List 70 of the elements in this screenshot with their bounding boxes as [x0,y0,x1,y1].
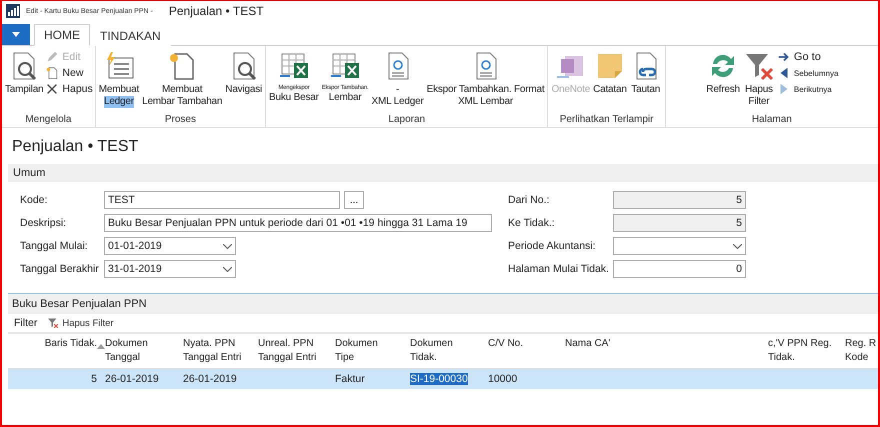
ribbon-button[interactable]: Berikutnya [776,82,838,96]
column-header[interactable]: Dokumen Tanggal [101,334,179,368]
ribbon-button[interactable]: Sebelumnya [776,66,838,80]
window-title: Penjualan • TEST [168,4,264,18]
ribbon-button[interactable]: Refresh [705,50,741,96]
ribbon-button[interactable]: Tautan [628,50,663,96]
clear-filter-icon [47,317,60,329]
table-cell: SI-19-00030 [410,373,468,385]
arrow-right-icon [776,50,791,64]
field-label: Periode Akuntansi: [508,240,597,252]
lookup-button[interactable]: ... [344,191,364,209]
table-cell: 26-01-2019 [183,373,237,385]
pencil-icon [45,50,60,64]
table-cell: 26-01-2019 [105,373,159,385]
ribbon-button[interactable]: Hapus [45,82,93,96]
description-field[interactable]: Buku Besar Penjualan PPN untuk periode dari 01 •01 •19 hingga 31 Lama 19 [104,214,492,232]
ribbon-group-label: Perlihatkan Terlampir [560,114,654,127]
ribbon-button[interactable]: Membuat Ledger [98,50,140,108]
field-label: Deskripsi: [20,217,68,229]
ribbon-button[interactable]: Go to [776,50,838,64]
field-label: Halaman Mulai Tidak. [508,263,610,275]
ribbon-button[interactable]: Navigasi [224,50,264,96]
caret-icon [12,32,20,37]
app-menu-button[interactable] [2,24,30,45]
app-logo-icon [6,4,20,18]
ribbon-button[interactable]: Membuat Lembar Tambahan [141,50,224,108]
page-title: Penjualan • TEST [12,138,140,156]
sort-ascending-icon [97,344,105,349]
column-header[interactable]: Dokumen Tidak. [406,334,484,368]
ribbon-group-label: Halaman [752,114,792,127]
table-cell: 5 [91,373,97,385]
column-header[interactable]: Nama CA' [561,334,764,368]
section-header: Umum [8,164,878,182]
ribbon-button[interactable]: New [45,66,93,80]
code-field[interactable]: TEST [104,191,340,209]
column-header[interactable]: Reg. R Kode [841,334,878,368]
column-header[interactable]: Baris Tidak. [8,334,101,368]
new-document-icon [45,66,60,80]
ribbon-tab[interactable]: HOME [34,24,90,46]
ribbon-group-label: Laporan [388,114,426,127]
field-label: Dari No.: [508,194,550,206]
column-header[interactable]: C/V No. [484,334,561,368]
toolbar-button[interactable]: Filter [14,317,38,329]
ribbon-group-label: Proses [164,114,196,127]
chevron-down-icon [223,244,232,248]
dropdown-field[interactable] [613,237,746,255]
field-label: Ke Tidak.: [508,217,556,229]
field-label: Kode: [20,194,48,206]
chevron-down-icon [223,266,232,272]
date-field[interactable]: 01-01-2019 [104,237,236,255]
date-field[interactable]: 31-01-2019 [104,260,236,278]
ribbon-button[interactable]: Hapus Filter [742,50,776,108]
ribbon-button[interactable]: Tampilan [4,50,44,96]
table-row[interactable]: 5 26-01-2019 26-01-2019 Faktur SI-19-00030 10000 [8,369,878,389]
table-cell: 10000 [488,373,518,385]
subpage-header: Buku Besar Penjualan PPN [8,294,878,314]
ribbon-button[interactable]: Ekspor Tambahkan. Format XML Lembar [426,50,546,108]
field-label: Tanggal Mulai: [20,240,89,252]
column-header[interactable]: Nyata. PPN Tanggal Entri [179,334,254,368]
field-label: Tanggal Berakhir [20,263,100,275]
column-header[interactable]: c,'V PPN Reg. Tidak. [764,334,841,368]
column-header[interactable]: Unreal. PPN Tanggal Entri [254,334,331,368]
chevron-down-icon [733,244,742,248]
ribbon-button[interactable]: Catatan [592,50,628,96]
table-cell: Faktur [335,373,365,385]
delete-icon [45,82,60,96]
column-header[interactable]: Dokumen Tipe [331,334,406,368]
number-field[interactable]: 0 [613,260,746,278]
ribbon-button[interactable]: - XML Ledger [370,50,425,108]
ribbon-group-label: Mengelola [25,114,72,127]
